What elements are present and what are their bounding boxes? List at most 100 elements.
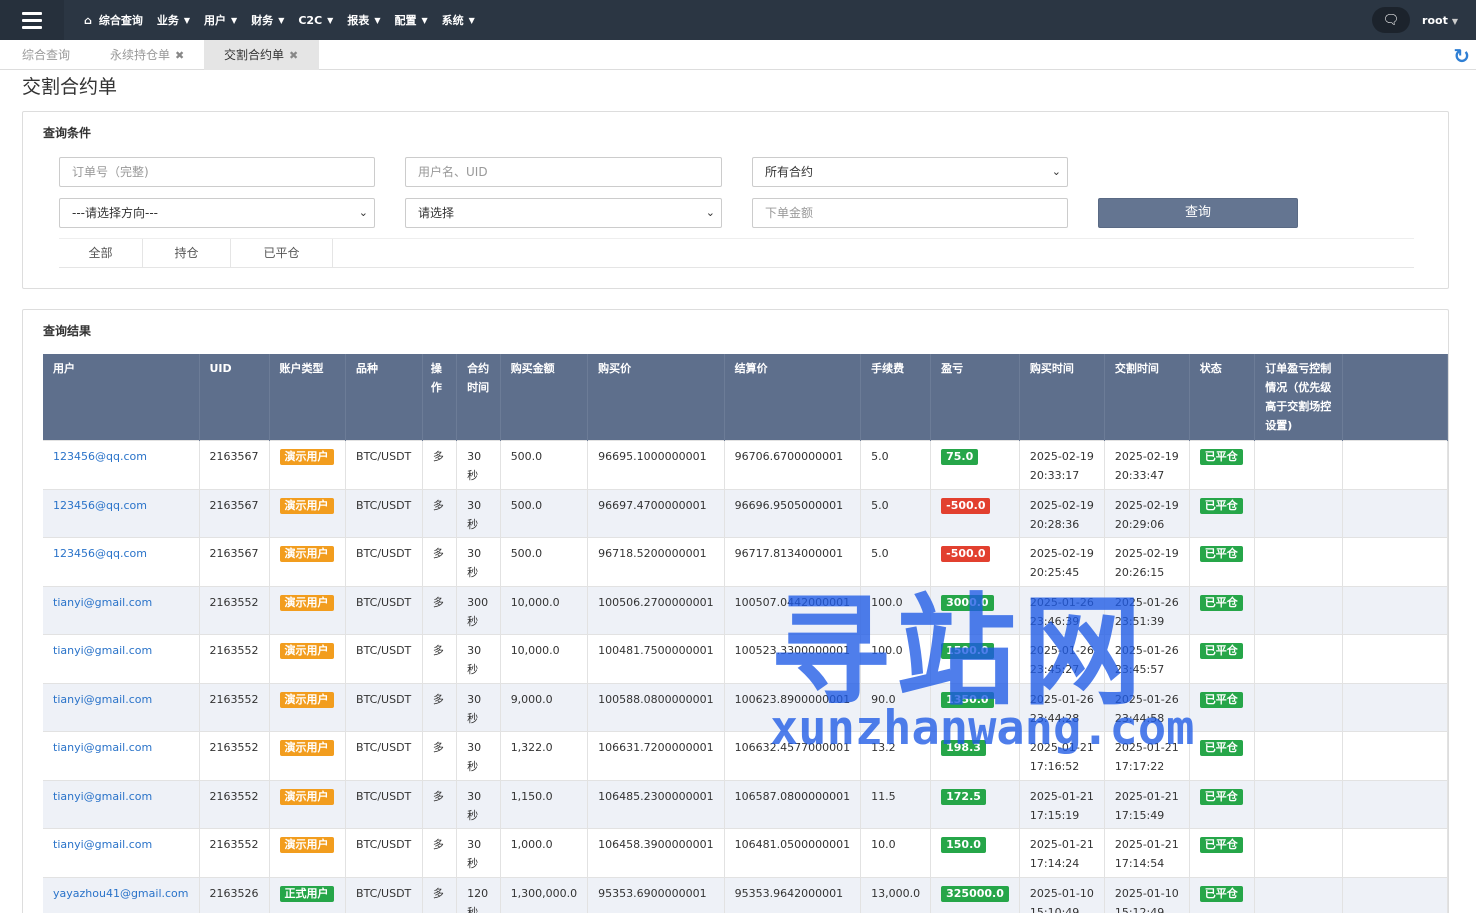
cell-fee: 13.2 <box>860 731 932 780</box>
nav-reports[interactable]: 报表 ▼ <box>347 12 380 28</box>
col-amount[interactable]: 购买金额 <box>500 354 589 441</box>
user-link[interactable]: tianyi@gmail.com <box>53 838 152 851</box>
user-link[interactable]: 123456@qq.com <box>53 547 147 560</box>
user-link[interactable]: 123456@qq.com <box>53 499 147 512</box>
cell-symbol: BTC/USDT <box>345 731 423 780</box>
cell-operation: 多 <box>422 876 458 913</box>
col-user[interactable]: 用户 <box>43 354 200 441</box>
col-buy-time[interactable]: 购买时间 <box>1019 354 1105 441</box>
col-fee[interactable]: 手续费 <box>860 354 932 441</box>
refresh-icon[interactable]: ↻ <box>1453 44 1470 68</box>
direction-select[interactable]: ---请选择方向--- ⌄ <box>59 198 375 228</box>
nav-c2c[interactable]: C2C ▼ <box>298 14 333 27</box>
filter-closed[interactable]: 已平仓 <box>231 239 333 268</box>
cell-pnl-control[interactable] <box>1254 634 1343 683</box>
tab-overview[interactable]: 综合查询 <box>22 40 70 70</box>
chat-icon[interactable]: 🗨 <box>1372 7 1411 33</box>
generic-select[interactable]: 请选择 ⌄ <box>405 198 722 228</box>
col-symbol[interactable]: 品种 <box>345 354 423 441</box>
buy-clock: 15:10:49 <box>1029 905 1080 913</box>
settle-clock: 23:44:58 <box>1114 711 1165 725</box>
settle-date: 2025-01-21 <box>1114 741 1179 754</box>
home-icon: ⌂ <box>84 13 92 27</box>
user-link[interactable]: yayazhou41@gmail.com <box>53 887 189 900</box>
results-panel-title: 查询结果 <box>43 324 92 338</box>
amount-input[interactable]: 下单金额 <box>752 198 1068 228</box>
cell-pnl-control[interactable] <box>1254 537 1343 586</box>
order-number-input[interactable]: 订单号（完整) <box>59 157 375 187</box>
cell-buy-time: 2025-02-19 20:25:45 <box>1019 537 1105 586</box>
cell-pnl-control[interactable] <box>1254 731 1343 780</box>
col-pnl-control[interactable]: 订单盈亏控制情况（优先级高于交割场控设置) <box>1254 354 1343 441</box>
cell-status: 已平仓 <box>1189 537 1256 586</box>
cell-amount: 1,000.0 <box>500 828 589 877</box>
user-link[interactable]: tianyi@gmail.com <box>53 790 152 803</box>
cell-extra <box>1342 634 1449 683</box>
nav-home[interactable]: ⌂ 综合查询 <box>84 12 143 28</box>
cell-pnl-control[interactable] <box>1254 876 1343 913</box>
settle-clock: 17:17:22 <box>1114 760 1165 773</box>
close-icon[interactable]: ✖ <box>175 49 184 62</box>
cell-pnl-control[interactable] <box>1254 585 1343 635</box>
cell-buy-time: 2025-01-21 17:15:19 <box>1019 779 1105 829</box>
col-status[interactable]: 状态 <box>1189 354 1256 441</box>
top-navbar: ⌂ 综合查询 业务 ▼ 用户 ▼ 财务 ▼ C2C ▼ 报表 ▼ 配置 ▼ 系统 ▼ 🗨 ro… <box>0 0 1476 40</box>
table-row: 123456@qq.com 2163567 演示用户 BTC/USDT 多 30秒 500.… <box>43 440 1449 489</box>
col-uid[interactable]: UID <box>199 354 270 441</box>
cell-fee: 5.0 <box>860 440 932 489</box>
query-button[interactable]: 查询 <box>1098 198 1298 228</box>
user-link[interactable]: tianyi@gmail.com <box>53 596 152 609</box>
account-type-badge: 演示用户 <box>279 837 334 853</box>
cell-pnl-control[interactable] <box>1254 828 1343 877</box>
results-panel: 查询结果 用户 UID 账户类型 品种 操作 合约时间 购买金额 购买价 结算价… <box>22 309 1449 913</box>
settle-clock: 20:33:47 <box>1114 469 1165 482</box>
cell-pnl-control[interactable] <box>1254 779 1343 829</box>
cell-pnl-control[interactable] <box>1254 440 1343 489</box>
close-icon[interactable]: ✖ <box>289 49 298 62</box>
tab-perpetual-positions[interactable]: 永续持仓单 ✖ <box>110 40 184 70</box>
nav-finance[interactable]: 财务 ▼ <box>251 12 284 28</box>
settle-clock: 23:51:39 <box>1114 614 1165 628</box>
cell-pnl-control[interactable] <box>1254 682 1343 732</box>
cell-account-type: 正式用户 <box>269 876 347 913</box>
col-duration[interactable]: 合约时间 <box>456 354 501 441</box>
cell-symbol: BTC/USDT <box>345 537 423 586</box>
cell-user: tianyi@gmail.com <box>43 585 200 635</box>
cell-uid: 2163567 <box>199 537 270 586</box>
status-badge: 已平仓 <box>1199 691 1243 708</box>
user-search-input[interactable]: 用户名、UID <box>405 157 722 187</box>
filter-all[interactable]: 全部 <box>59 239 143 268</box>
cell-buy-time: 2025-01-26 23:45:27 <box>1019 634 1105 683</box>
nav-config[interactable]: 配置 ▼ <box>394 12 427 28</box>
cell-pnl-control[interactable] <box>1254 488 1343 538</box>
cell-status: 已平仓 <box>1189 634 1256 683</box>
contract-select[interactable]: 所有合约 ⌄ <box>752 157 1068 187</box>
nav-business[interactable]: 业务 ▼ <box>157 12 190 28</box>
col-settle-price[interactable]: 结算价 <box>724 354 862 441</box>
pnl-badge: 3000.0 <box>941 594 994 611</box>
user-link[interactable]: 123456@qq.com <box>53 450 147 463</box>
cell-duration: 120秒 <box>456 876 501 913</box>
cell-uid: 2163567 <box>199 488 270 538</box>
cell-buy-price: 96695.1000000001 <box>587 440 725 489</box>
tab-delivery-contracts[interactable]: 交割合约单 ✖ <box>204 40 319 70</box>
col-pnl[interactable]: 盈亏 <box>930 354 1020 441</box>
nav-users[interactable]: 用户 ▼ <box>204 12 237 28</box>
col-settle-time[interactable]: 交割时间 <box>1104 354 1190 441</box>
cell-account-type: 演示用户 <box>269 779 347 829</box>
user-link[interactable]: tianyi@gmail.com <box>53 693 152 706</box>
col-buy-price[interactable]: 购买价 <box>587 354 725 441</box>
buy-date: 2025-01-21 <box>1029 741 1094 754</box>
cell-operation: 多 <box>422 731 458 780</box>
user-menu[interactable]: root ▼ <box>1422 14 1458 27</box>
chevron-down-icon: ⌄ <box>358 206 368 219</box>
filter-holding[interactable]: 持仓 <box>143 239 231 268</box>
col-operation[interactable]: 操作 <box>422 354 458 441</box>
cell-operation: 多 <box>422 682 458 732</box>
col-account-type[interactable]: 账户类型 <box>269 354 347 441</box>
nav-system[interactable]: 系统 ▼ <box>442 12 475 28</box>
cell-uid: 2163552 <box>199 779 270 829</box>
user-link[interactable]: tianyi@gmail.com <box>53 644 152 657</box>
user-link[interactable]: tianyi@gmail.com <box>53 741 152 754</box>
menu-toggle-icon[interactable] <box>0 0 64 40</box>
